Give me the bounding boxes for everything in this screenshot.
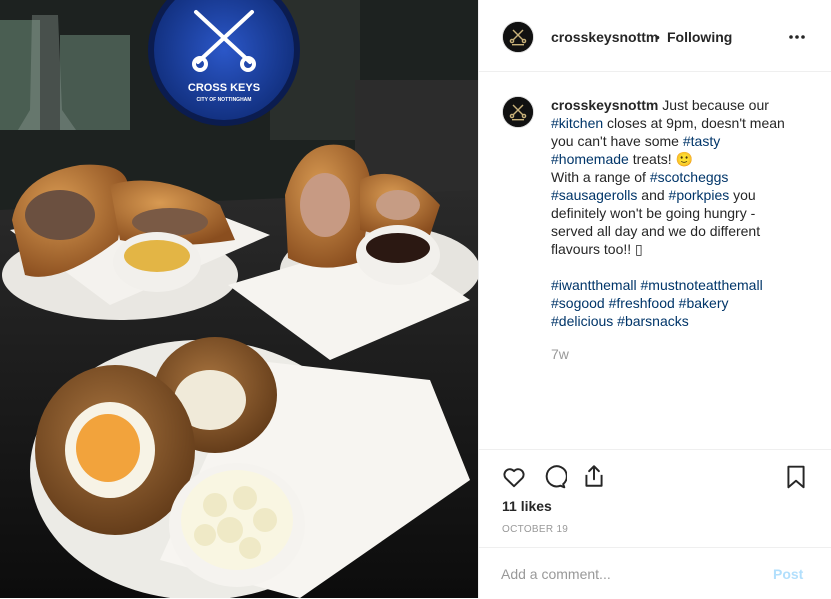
likes-count[interactable]: 11 likes [502, 498, 552, 514]
comment-bar: Post [479, 547, 831, 599]
caption-line: you can't have some #tasty [551, 132, 801, 150]
post-photo[interactable]: CROSS KEYS CITY OF NOTTINGHAM [0, 0, 478, 598]
caption-line: served all day and we do different [551, 222, 801, 240]
hashtag-link[interactable]: #tasty [683, 133, 720, 149]
post-date: OCTOBER 19 [502, 524, 569, 535]
bookmark-icon[interactable] [783, 464, 809, 490]
caption-text: Just because our [658, 97, 769, 113]
caption-line: #sogood #freshfood #bakery [551, 294, 801, 312]
caption-text: you [729, 187, 756, 203]
post-age[interactable]: 7w [551, 346, 569, 362]
caption-text: definitely won't be going hungry - [551, 205, 756, 221]
caption-line: #homemade treats! 🙂 [551, 150, 801, 168]
sign-subtitle: CITY OF NOTTINGHAM [197, 97, 252, 103]
caption-username[interactable]: crosskeysnottm [551, 97, 658, 113]
heart-icon[interactable] [501, 464, 527, 490]
hashtag-link[interactable]: #barsnacks [617, 313, 689, 329]
caption-line: flavours too!! ▯ [551, 240, 801, 258]
comment-input[interactable] [501, 564, 751, 584]
crossed-keys-logo-icon [503, 97, 533, 127]
caption-line: definitely won't be going hungry - [551, 204, 801, 222]
caption-text: With a range of [551, 169, 650, 185]
comment-icon[interactable] [541, 464, 567, 490]
caption-line: crosskeysnottm Just because our [551, 96, 801, 114]
header-username[interactable]: crosskeysnottm [551, 29, 658, 45]
hashtag-link[interactable]: #sausagerolls [551, 187, 637, 203]
caption-line: #sausagerolls and #porkpies you [551, 186, 801, 204]
caption-line: #iwantthemall #mustnoteatthemall [551, 276, 801, 294]
post-caption: crosskeysnottm Just because our #kitchen … [551, 96, 801, 330]
hashtag-link[interactable]: #porkpies [669, 187, 730, 203]
action-section: 11 likes OCTOBER 19 Post [479, 449, 831, 598]
instagram-post: CROSS KEYS CITY OF NOTTINGHAM crosskeysn… [0, 0, 831, 598]
hashtag-link[interactable]: #homemade [551, 151, 629, 167]
caption-text: served all day and we do different [551, 223, 761, 239]
following-button[interactable]: Following [667, 29, 732, 45]
caption-line: With a range of #scotcheggs [551, 168, 801, 186]
food-photo-illustration: CROSS KEYS CITY OF NOTTINGHAM [0, 0, 478, 598]
post-header: crosskeysnottm • Following [479, 0, 831, 72]
caption-line: #kitchen closes at 9pm, doesn't mean [551, 114, 801, 132]
caption-text: closes at 9pm, doesn't mean [603, 115, 785, 131]
share-icon[interactable] [581, 463, 607, 489]
header-separator: • [655, 29, 660, 45]
hashtag-link[interactable]: #iwantthemall [551, 277, 637, 293]
caption-text: and [637, 187, 669, 203]
hashtag-link[interactable]: #sogood [551, 295, 605, 311]
more-horizontal-icon[interactable] [787, 27, 807, 47]
caption-avatar[interactable] [502, 96, 534, 128]
hashtag-link[interactable]: #mustnoteatthemall [641, 277, 763, 293]
post-side-panel: crosskeysnottm • Following crosskeysnott… [478, 0, 831, 598]
caption-text: treats! 🙂 [628, 151, 693, 167]
hashtag-link[interactable]: #freshfood [609, 295, 675, 311]
hashtag-link[interactable]: #scotcheggs [650, 169, 729, 185]
hashtag-link[interactable]: #delicious [551, 313, 613, 329]
hashtag-link[interactable]: #kitchen [551, 115, 603, 131]
caption-line: #delicious #barsnacks [551, 312, 801, 330]
caption-text: you can't have some [551, 133, 683, 149]
crossed-keys-logo-icon [503, 22, 533, 52]
avatar[interactable] [502, 21, 534, 53]
sign-title: CROSS KEYS [188, 82, 260, 94]
hashtag-link[interactable]: #bakery [679, 295, 729, 311]
post-comment-button[interactable]: Post [773, 566, 803, 582]
caption-text: flavours too!! ▯ [551, 241, 643, 257]
